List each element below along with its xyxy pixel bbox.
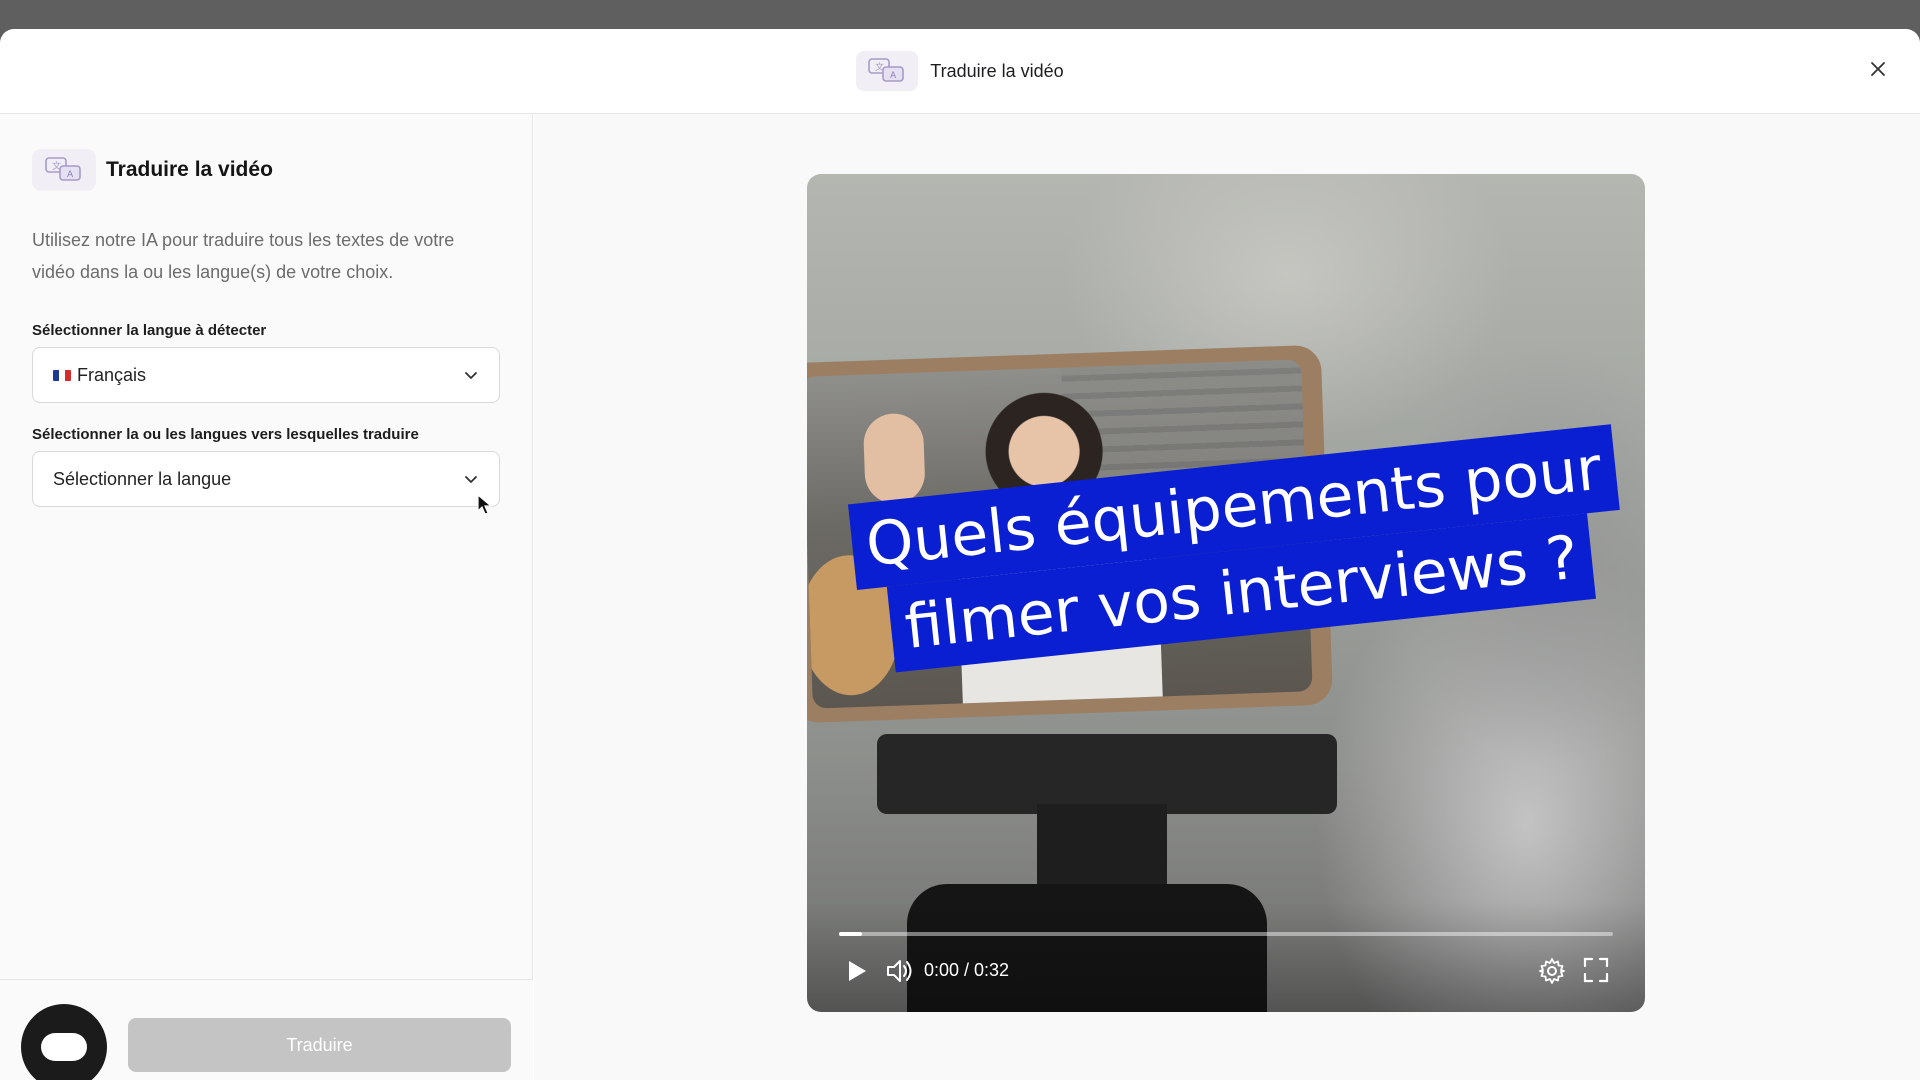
modal-title: Traduire la vidéo	[930, 60, 1064, 81]
chat-support-button[interactable]	[21, 1004, 107, 1080]
progress-bar[interactable]	[839, 932, 1613, 936]
play-icon[interactable]	[843, 956, 871, 986]
detect-language-select[interactable]: Français	[32, 347, 500, 403]
target-language-label: Sélectionner la ou les langues vers lesq…	[32, 426, 419, 443]
time-display: 0:00 / 0:32	[924, 960, 1010, 980]
translate-ai-icon: 文 A	[856, 51, 919, 91]
sidebar-footer: Traduire	[0, 979, 533, 1080]
progress-fill	[839, 932, 863, 936]
svg-text:A: A	[67, 170, 74, 180]
modal-header: 文 A Traduire la vidéo	[0, 29, 1920, 114]
video-controls: 0:00 / 0:32	[807, 902, 1645, 1012]
detect-language-value: Français	[77, 364, 147, 385]
settings-gear-icon[interactable]	[1537, 956, 1567, 986]
target-language-placeholder: Sélectionner la langue	[53, 468, 232, 489]
chevron-down-icon	[465, 476, 477, 483]
sidebar-description: Utilisez notre IA pour traduire tous les…	[32, 230, 455, 282]
close-icon[interactable]	[1866, 57, 1890, 81]
translate-button[interactable]: Traduire	[128, 1018, 511, 1072]
mouse-cursor-icon	[477, 494, 493, 515]
video-player[interactable]: Quels équipements pour filmer vos interv…	[807, 174, 1645, 1012]
video-preview-area: Quels équipements pour filmer vos interv…	[534, 114, 1920, 1080]
target-language-select[interactable]: Sélectionner la langue	[32, 451, 500, 507]
detect-language-label: Sélectionner la langue à détecter	[32, 322, 267, 339]
sidebar: 文 A Traduire la vidéo Utilisez notre IA …	[0, 114, 533, 1080]
svg-text:A: A	[890, 71, 897, 81]
fullscreen-icon[interactable]	[1582, 956, 1610, 984]
svg-text:文: 文	[52, 160, 61, 172]
france-flag-icon	[53, 369, 71, 381]
chevron-down-icon	[465, 372, 477, 379]
backdrop	[0, 0, 1920, 30]
svg-text:文: 文	[875, 61, 884, 73]
translate-modal: 文 A Traduire la vidéo 文 A Traduire la vi…	[0, 29, 1920, 1080]
volume-icon[interactable]	[884, 956, 916, 986]
chat-bubble-icon	[41, 1033, 87, 1061]
sidebar-title: Traduire la vidéo	[106, 158, 273, 181]
translate-ai-icon: 文 A	[32, 149, 96, 191]
